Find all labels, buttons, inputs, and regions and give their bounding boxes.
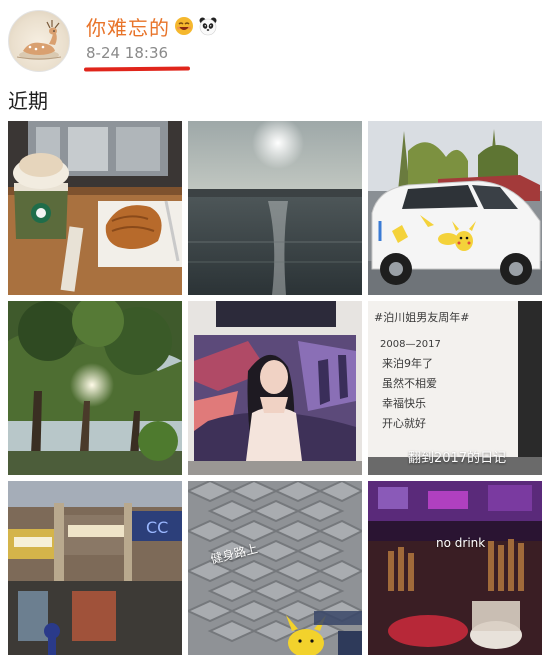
diary-line: 开心就好: [382, 416, 426, 430]
post-timestamp: 8-24 18:36: [86, 44, 169, 62]
photo-tile-6[interactable]: #泊川姐男友周年# 2008—2017 来泊9年了 虽然不相爱 幸福快乐 开心就…: [368, 301, 542, 475]
photo-tile-4[interactable]: [8, 301, 182, 475]
svg-text:CC: CC: [146, 518, 168, 537]
sunset-lake-photo: [188, 121, 362, 295]
nickname-row: 你难忘的: [86, 12, 218, 40]
photo-tile-3[interactable]: [368, 121, 542, 295]
photo-caption: no drink: [436, 536, 486, 550]
avatar[interactable]: [8, 10, 70, 72]
red-underline-annotation: [83, 66, 191, 72]
diary-line: 幸福快乐: [382, 396, 426, 410]
photo-grid: #泊川姐男友周年# 2008—2017 来泊9年了 虽然不相爱 幸福快乐 开心就…: [8, 121, 542, 655]
post-header: 你难忘的 8-24 18:36: [0, 0, 550, 80]
mall-street-photo: CC: [8, 481, 182, 655]
nickname[interactable]: 你难忘的: [86, 12, 170, 41]
photo-tile-7[interactable]: CC: [8, 481, 182, 655]
photo-tile-2[interactable]: [188, 121, 362, 295]
photo-tile-1[interactable]: [8, 121, 182, 295]
photo-tile-8[interactable]: 健身路上: [188, 481, 362, 655]
deer-avatar-illustration: [16, 20, 62, 60]
photo-caption: 翻到2017的日记: [408, 451, 507, 466]
photo-tile-5[interactable]: [188, 301, 362, 475]
panda-icon: [198, 16, 218, 36]
woman-painting-photo: [188, 301, 362, 475]
diary-heading: #泊川姐男友周年#: [374, 310, 469, 324]
diary-line: 虽然不相爱: [382, 376, 437, 390]
photo-tile-9[interactable]: no drink: [368, 481, 542, 655]
paving-stones-photo: [188, 481, 362, 655]
smiling-face-emoji-icon: [174, 16, 194, 36]
bar-table-photo: [368, 481, 542, 655]
pikachu-car-photo: [368, 121, 542, 295]
coffee-croissant-photo: [8, 121, 182, 295]
sunlit-trees-photo: [8, 301, 182, 475]
section-title: 近期: [8, 89, 48, 113]
diary-line: 2008—2017: [380, 339, 441, 350]
diary-line: 来泊9年了: [382, 356, 433, 370]
